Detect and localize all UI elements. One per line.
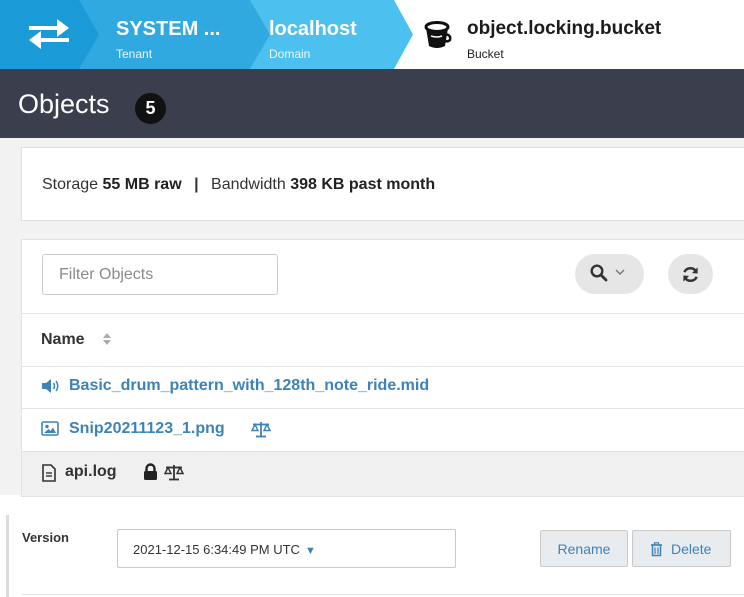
page-header: Objects [0,69,744,138]
version-select[interactable]: 2021-12-15 6:34:49 PM UTC ▼ [117,529,456,568]
breadcrumb: SYSTEM ... Tenant localhost Domain objec… [0,0,744,69]
delete-button[interactable]: Delete [632,530,731,567]
refresh-icon [683,267,698,282]
version-selected-value: 2021-12-15 6:34:49 PM UTC ▼ [133,542,316,557]
object-count-badge: 5 [135,93,166,124]
version-panel: Version 2021-12-15 6:34:49 PM UTC ▼ Renam… [0,515,744,597]
object-list-panel: Name Basic_drum_pattern_with_128th_note_… [21,239,744,497]
search-icon [590,264,608,282]
tenant-name: SYSTEM ... [116,18,221,40]
name-column-label: Name [41,331,85,348]
object-row-selected[interactable]: api.log [22,452,744,496]
name-column-header[interactable]: Name [22,313,744,367]
object-row[interactable]: Snip20211123_1.png [22,409,744,452]
caret-down-icon: ▼ [304,545,316,557]
scale-icon [251,422,271,438]
filter-objects-input[interactable] [42,254,278,295]
search-options-button[interactable] [575,254,644,294]
stats-separator: | [194,176,199,193]
version-label: Version [22,530,69,545]
object-row[interactable]: Basic_drum_pattern_with_128th_note_ride.… [22,366,744,409]
app-logo[interactable] [0,0,99,69]
object-name-link[interactable]: Snip20211123_1.png [69,420,225,438]
chevron-down-icon [615,269,625,275]
refresh-button[interactable] [668,254,713,294]
usage-summary-panel: Storage 55 MB raw | Bandwidth 398 KB pas… [21,147,744,221]
storage-value: 55 MB raw [102,176,182,193]
document-icon [42,464,56,482]
breadcrumb-tenant[interactable]: SYSTEM ... Tenant [79,0,274,69]
image-icon [41,421,59,436]
storage-label: Storage [42,176,99,193]
page-title: Objects [18,89,110,119]
bucket-name: object.locking.bucket [467,18,662,39]
bandwidth-label: Bandwidth [211,176,286,193]
object-name-link[interactable]: Basic_drum_pattern_with_128th_note_ride.… [69,377,429,395]
rename-button[interactable]: Rename [540,530,628,567]
trash-icon [651,542,662,557]
bucket-icon [424,21,452,48]
sort-icon[interactable] [102,332,112,346]
domain-type-label: Domain [269,47,311,61]
tenant-type-label: Tenant [116,47,153,61]
delete-button-label: Delete [671,541,712,557]
lock-icon [144,463,157,480]
audio-icon [42,379,59,393]
bandwidth-value: 398 KB past month [290,176,436,193]
version-value-text: 2021-12-15 6:34:49 PM UTC [133,542,300,557]
divider [22,594,744,595]
breadcrumb-domain[interactable]: localhost Domain [250,0,413,69]
transfer-arrows-icon [29,19,69,49]
bucket-type-label: Bucket [467,47,504,61]
domain-name: localhost [269,18,357,40]
usage-summary: Storage 55 MB raw | Bandwidth 398 KB pas… [42,176,435,194]
object-name-link[interactable]: api.log [65,463,117,481]
scale-icon [164,465,184,481]
panel-edge [6,515,9,597]
